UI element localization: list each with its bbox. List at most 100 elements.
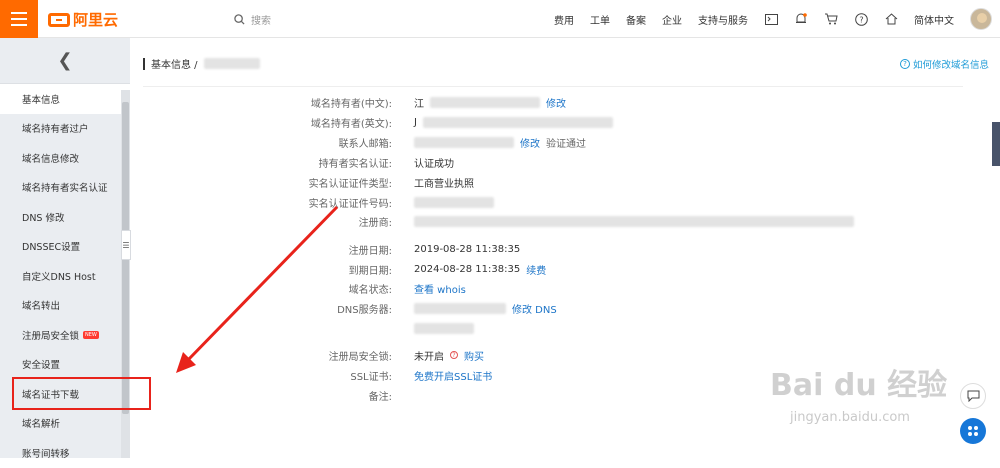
sidebar-item-transfer-out[interactable]: 域名转出 — [0, 291, 130, 321]
cart-icon[interactable] — [824, 12, 838, 26]
row-label: 注册日期: — [348, 245, 392, 257]
top-nav: 费用 工单 备案 企业 支持与服务 ? 简体中文 — [554, 0, 1000, 38]
row-value: 2019-08-28 11:38:35 — [414, 243, 521, 255]
sidebar-item-account-transfer[interactable]: 账号间转移 — [0, 438, 130, 468]
renew-link[interactable]: 续费 — [526, 262, 546, 277]
help-link[interactable]: ? 如何修改域名信息 — [899, 57, 989, 71]
sidebar-item-custom-dns-host[interactable]: 自定义DNS Host — [0, 261, 130, 291]
redacted-text — [430, 96, 540, 108]
hamburger-menu-icon[interactable] — [0, 0, 38, 38]
sidebar-item-label: 注册局安全锁 — [22, 330, 80, 342]
home-icon[interactable] — [884, 12, 898, 26]
row-cert-no: 实名认证证件号码: — [143, 193, 993, 211]
sidebar-item-dns-resolve[interactable]: 域名解析 — [0, 409, 130, 439]
feedback-side-tab[interactable] — [992, 122, 1000, 166]
owner-en-prefix: J — [414, 116, 417, 128]
row-label: SSL证书: — [350, 371, 392, 383]
brand-name: 阿里云 — [73, 11, 119, 29]
row-label: 域名持有者(中文): — [310, 98, 392, 110]
row-owner-cn: 域名持有者(中文): 江 修改 — [143, 93, 993, 111]
nav-icp[interactable]: 备案 — [626, 12, 646, 27]
nav-enterprise[interactable]: 企业 — [662, 12, 682, 27]
search-icon — [234, 14, 245, 25]
whois-link[interactable]: 查看 whois — [414, 281, 466, 296]
sidebar-item-owner-transfer[interactable]: 域名持有者过户 — [0, 114, 130, 144]
row-label: DNS服务器: — [337, 304, 392, 316]
back-chevron-icon[interactable]: ❮ — [0, 38, 130, 84]
breadcrumb-text: 基本信息 / — [151, 60, 198, 71]
row-value: J — [414, 116, 613, 128]
row-value: 工商营业执照 — [414, 178, 474, 190]
row-value: 修改 验证通过 — [414, 135, 586, 150]
redacted-domain — [203, 58, 260, 69]
apps-grid-icon[interactable] — [960, 418, 986, 444]
terminal-icon[interactable] — [764, 12, 778, 26]
buy-lock-link[interactable]: 购买 — [464, 348, 484, 363]
redacted-text — [422, 116, 613, 128]
sidebar-item-dnssec[interactable]: DNSSEC设置 — [0, 232, 130, 262]
lock-status: 未开启 — [414, 351, 444, 363]
watermark-url: jingyan.baidu.com — [790, 410, 910, 425]
collapse-sidebar-icon[interactable]: ☰ — [121, 230, 131, 260]
sidebar-item-label: 域名信息修改 — [22, 153, 80, 165]
annotation-highlight-box — [12, 377, 151, 410]
sidebar-item-label: 域名持有者实名认证 — [22, 183, 108, 195]
nav-support[interactable]: 支持与服务 — [698, 12, 748, 27]
row-value: 2024-08-28 11:38:35 续费 — [414, 262, 546, 277]
row-label: 联系人邮箱: — [338, 138, 392, 150]
breadcrumb-bar — [143, 57, 145, 70]
sidebar-item-label: 自定义DNS Host — [22, 271, 96, 283]
warning-icon: ? — [450, 351, 458, 359]
row-label: 持有者实名认证: — [318, 158, 392, 170]
redacted-text — [414, 215, 854, 227]
search-box[interactable]: 搜索 — [234, 12, 271, 27]
row-label: 到期日期: — [348, 265, 392, 277]
user-avatar[interactable] — [970, 8, 992, 30]
redacted-text — [414, 196, 494, 208]
row-value: 免费开启SSL证书 — [414, 368, 492, 383]
chat-icon[interactable] — [960, 383, 986, 409]
bell-icon[interactable] — [794, 12, 808, 26]
sidebar-item-dns-modify[interactable]: DNS 修改 — [0, 202, 130, 232]
sidebar-item-info-modify[interactable]: 域名信息修改 — [0, 143, 130, 173]
row-dns-2 — [143, 319, 993, 337]
sidebar-item-label: 域名持有者过户 — [22, 124, 89, 136]
sidebar-item-label: 基本信息 — [22, 94, 61, 106]
row-value — [414, 215, 854, 227]
row-owner-en: 域名持有者(英文): J — [143, 113, 993, 131]
language-switch[interactable]: 简体中文 — [914, 12, 954, 27]
modify-email-link[interactable]: 修改 — [520, 135, 540, 150]
sidebar-item-label: 域名解析 — [22, 419, 61, 431]
row-label: 备注: — [368, 391, 392, 403]
top-bar: 阿里云 搜索 费用 工单 备案 企业 支持与服务 ? 简体中文 — [0, 0, 1000, 38]
sidebar-item-realname[interactable]: 域名持有者实名认证 — [0, 173, 130, 203]
aliyun-logo-icon — [48, 12, 70, 27]
row-status: 域名状态: 查看 whois — [143, 279, 993, 297]
row-value — [414, 196, 494, 208]
sidebar-item-registry-lock[interactable]: 注册局安全锁 NEW — [0, 320, 130, 350]
row-label: 域名持有者(英文): — [310, 118, 392, 130]
modify-dns-link[interactable]: 修改 DNS — [512, 301, 557, 316]
row-label: 域名状态: — [348, 284, 392, 296]
row-realname: 持有者实名认证: 认证成功 — [143, 153, 993, 171]
sidebar-item-label: 域名转出 — [22, 301, 61, 313]
sidebar-item-security[interactable]: 安全设置 — [0, 350, 130, 380]
sidebar-item-basic-info[interactable]: 基本信息 — [0, 84, 130, 114]
row-value — [414, 322, 474, 334]
row-label: 实名认证证件类型: — [308, 178, 392, 190]
nav-billing[interactable]: 费用 — [554, 12, 574, 27]
breadcrumb: 基本信息 / — [143, 56, 260, 71]
new-badge: NEW — [83, 330, 99, 339]
aliyun-logo[interactable]: 阿里云 — [48, 9, 118, 30]
help-icon[interactable]: ? — [854, 12, 868, 26]
watermark-text: Bai du 经验 — [770, 368, 948, 403]
svg-text:?: ? — [859, 15, 863, 24]
row-value: 认证成功 — [414, 158, 454, 170]
divider — [143, 86, 963, 87]
nav-tickets[interactable]: 工单 — [590, 12, 610, 27]
ssl-free-link[interactable]: 免费开启SSL证书 — [414, 368, 492, 383]
redacted-text — [414, 302, 506, 314]
modify-owner-cn-link[interactable]: 修改 — [546, 95, 566, 110]
row-dns: DNS服务器: 修改 DNS — [143, 299, 993, 317]
sidebar-item-label: DNS 修改 — [22, 212, 65, 224]
